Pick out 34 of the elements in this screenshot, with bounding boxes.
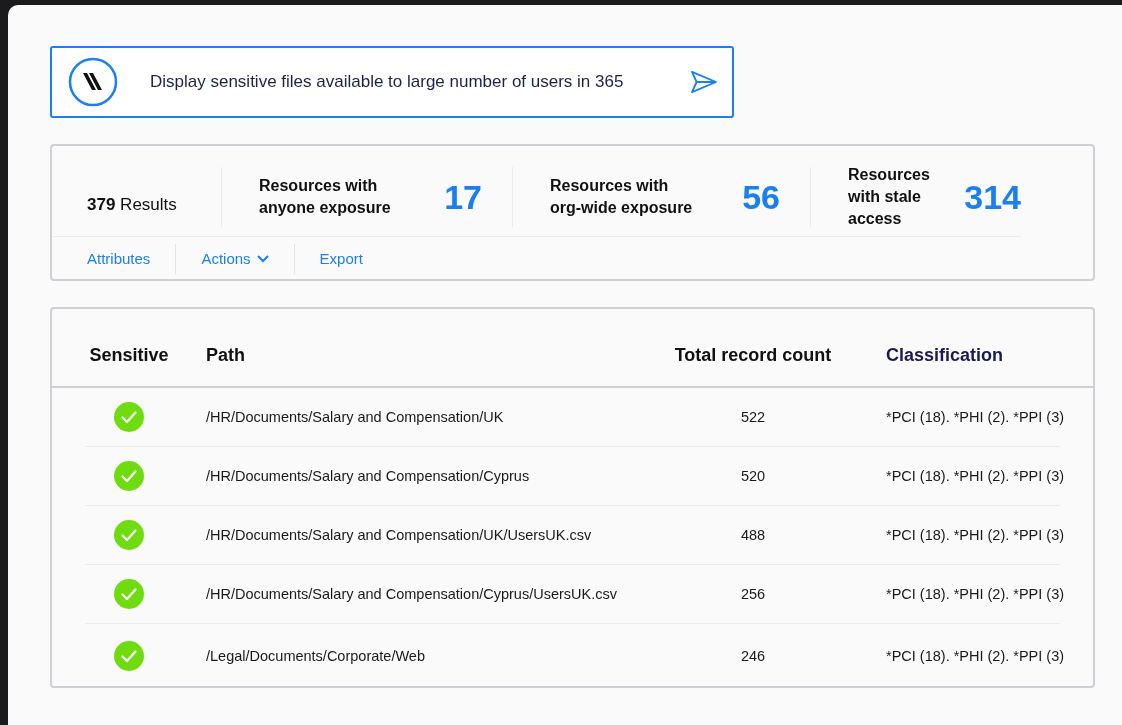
table-cell-text: /HR/Documents/Salary and Compensation/UK [205,409,505,425]
table-cell-text: *PCI (18). *PHI (2). *PPI (3) [885,409,1062,425]
action-link[interactable]: Export [294,244,388,274]
table-cell-text: *PCI (18). *PHI (2). *PPI (3) [885,648,1062,664]
table-cell-text: 520 [739,468,767,484]
column-header: Sensitive [88,345,170,366]
send-icon[interactable] [690,70,718,94]
table-cell-text: /Legal/Documents/Corporate/Web [205,648,426,664]
stat-value: 314 [964,177,1021,217]
query-text: Display sensitive files available to large number of users in 365 [150,72,625,92]
table-cell-text: *PCI (18). *PHI (2). *PPI (3) [885,468,1062,484]
stat-value: 56 [742,177,780,217]
table-cell-text: 522 [739,409,767,425]
stat-value: 17 [444,177,482,217]
column-header-link[interactable]: Classification [853,345,1062,366]
table-cell-text: *PCI (18). *PHI (2). *PPI (3) [885,586,1062,602]
caret-icon [256,255,269,263]
table-cell-text: /HR/Documents/Salary and Compensation/UK/UsersUK.csv [205,527,593,543]
stat-label: Resources with stale access [848,165,931,229]
table-cell-text: 488 [739,527,767,543]
column-header: Path [205,345,246,366]
table-cell-text: /HR/Documents/Salary and Compensation/Cyprus/UsersUK.csv [205,586,618,602]
table-cell-text: 246 [739,648,767,664]
query-field[interactable]: Display sensitive files available to large number of users in 365 [50,46,734,118]
stat-label: Resources with org-wide exposure [550,176,694,218]
actions-dropdown[interactable]: Actions [176,244,295,274]
table-cell-text: *PCI (18). *PHI (2). *PPI (3) [885,527,1062,543]
stat-label: Resources with anyone exposure [259,176,392,218]
results-count: 379 Results [87,195,177,214]
logo-icon [68,57,118,107]
table-cell-text: 256 [739,586,767,602]
table-cell-text: /HR/Documents/Salary and Compensation/Cyprus [205,468,531,484]
action-link[interactable]: Attributes [52,244,177,274]
column-header: Total record count [673,345,833,366]
